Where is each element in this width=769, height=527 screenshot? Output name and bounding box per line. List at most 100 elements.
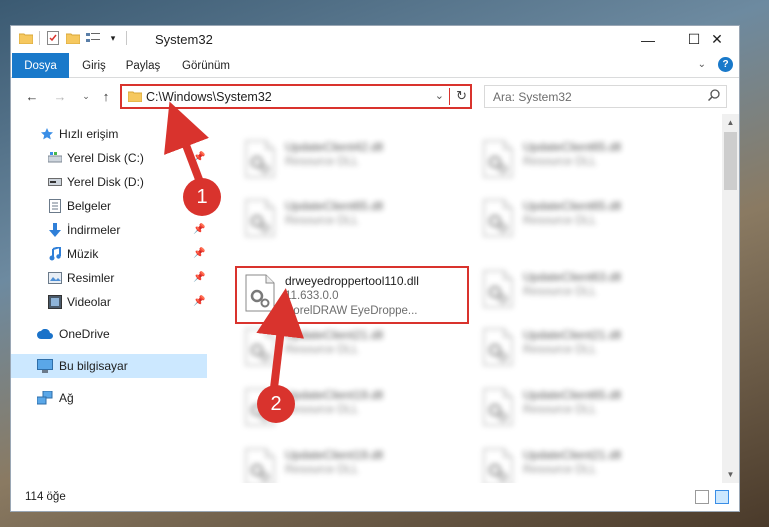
sidebar-item-onedrive[interactable]: OneDrive (11, 322, 207, 346)
toolbar-divider (126, 31, 127, 45)
sidebar-item-local-disk-c[interactable]: Yerel Disk (C:) 📌 (11, 146, 207, 170)
network-icon (37, 390, 53, 406)
file-name: UpdateClient21.dll (285, 328, 384, 342)
view-toggle (695, 490, 729, 504)
search-box[interactable]: Ara: System32 (484, 85, 727, 108)
sidebar-item-label: Yerel Disk (C:) (67, 151, 144, 165)
sidebar-item-downloads[interactable]: İndirmeler 📌 (11, 218, 207, 242)
recent-locations-icon[interactable]: ⌄ (77, 87, 95, 105)
pin-icon[interactable]: 📌 (193, 296, 205, 307)
sidebar-item-quick-access[interactable]: Hızlı erişim (11, 122, 207, 146)
file-name: UpdateClient21.dll (523, 328, 622, 342)
file-name: UpdateClient65.dll (285, 199, 384, 213)
file-item[interactable]: UpdateClient21.dll Resource DLL (237, 322, 457, 374)
back-arrow-icon[interactable]: ← (23, 87, 41, 105)
file-item[interactable]: UpdateClient65.dll Resource DLL (475, 193, 695, 245)
vertical-scrollbar[interactable]: ▲ ▼ (722, 114, 739, 483)
tab-file[interactable]: Dosya (12, 53, 69, 78)
scroll-up-icon[interactable]: ▲ (722, 114, 739, 131)
tab-share[interactable]: Paylaş (117, 53, 169, 78)
file-item[interactable]: UpdateClient65.dll Resource DLL (475, 134, 695, 186)
drive-icon (47, 174, 63, 190)
cloud-icon (37, 326, 53, 342)
file-description: Resource DLL (523, 286, 597, 298)
address-path[interactable]: C:\Windows\System32 (146, 90, 272, 104)
file-name: UpdateClient42.dll (285, 140, 384, 154)
expand-ribbon-icon[interactable]: ⌄ (698, 59, 706, 70)
sidebar-item-label: Hızlı erişim (59, 127, 119, 141)
new-folder-icon[interactable] (66, 31, 80, 45)
address-dropdown-icon[interactable]: ⌄ (435, 89, 444, 102)
quick-access-toolbar: ▾ (19, 31, 127, 45)
file-description: Resource DLL (523, 404, 597, 416)
file-description: Resource DLL (523, 156, 597, 168)
refresh-icon[interactable]: ↻ (456, 88, 467, 104)
dll-file-icon (245, 328, 275, 366)
dll-file-icon (483, 388, 513, 426)
file-item[interactable]: UpdateClient63.dll Resource DLL (475, 264, 695, 316)
folder-icon (19, 31, 33, 45)
scrollbar-thumb[interactable] (724, 132, 737, 190)
sidebar-item-music[interactable]: Müzik 📌 (11, 242, 207, 266)
tiles-view-icon[interactable] (715, 490, 729, 504)
customize-toolbar-icon[interactable]: ▾ (106, 31, 120, 45)
file-item[interactable]: UpdateClient42.dll Resource DLL (237, 134, 457, 186)
file-item[interactable]: UpdateClient65.dll Resource DLL (475, 382, 695, 434)
sidebar-item-network[interactable]: Ağ (11, 386, 207, 410)
ribbon-tabs: Dosya Giriş Paylaş Görünüm ⌄ ? (11, 53, 739, 78)
tab-home[interactable]: Giriş (73, 53, 115, 78)
file-list: UpdateClient42.dll Resource DLL UpdateClie… (221, 114, 721, 483)
downloads-icon (47, 222, 63, 238)
file-item[interactable]: UpdateClient19.dll Resource DLL (237, 442, 457, 483)
sidebar-item-local-disk-d[interactable]: Yerel Disk (D:) (11, 170, 207, 194)
search-icon[interactable] (707, 89, 720, 104)
sidebar-item-documents[interactable]: Belgeler 📌 (11, 194, 207, 218)
pin-icon[interactable]: 📌 (193, 248, 205, 259)
sidebar-item-pictures[interactable]: Resimler 📌 (11, 266, 207, 290)
status-bar: 114 öğe (11, 483, 739, 511)
sidebar-item-videos[interactable]: Videolar 📌 (11, 290, 207, 314)
annotation-step-2: 2 (257, 385, 295, 423)
scroll-down-icon[interactable]: ▼ (722, 466, 739, 483)
tab-view[interactable]: Görünüm (171, 53, 241, 78)
file-description: Resource DLL (285, 215, 359, 227)
pin-icon[interactable]: 📌 (193, 224, 205, 235)
minimize-button[interactable]: — (625, 26, 671, 53)
pin-icon[interactable]: 📌 (193, 152, 205, 163)
dll-file-icon (245, 140, 275, 178)
documents-icon (47, 198, 63, 214)
file-name: UpdateClient19.dll (285, 448, 384, 462)
properties-icon[interactable] (46, 31, 60, 45)
address-divider (449, 88, 450, 105)
help-icon[interactable]: ? (718, 57, 733, 72)
drive-icon (47, 150, 63, 166)
sidebar-item-label: Müzik (67, 247, 99, 261)
details-view-icon[interactable] (695, 490, 709, 504)
window-title: System32 (155, 32, 213, 47)
pin-icon[interactable]: 📌 (193, 272, 205, 283)
forward-arrow-icon[interactable]: → (51, 87, 69, 105)
toolbar-divider (39, 31, 40, 45)
sidebar-item-label: Ağ (59, 391, 74, 405)
close-button[interactable]: ✕ (694, 26, 740, 53)
file-description: Resource DLL (523, 215, 597, 227)
file-description: Resource DLL (285, 156, 359, 168)
file-name: UpdateClient19.dll (285, 388, 384, 402)
search-placeholder: Ara: System32 (493, 90, 572, 104)
ribbon-right-controls: ⌄ ? (698, 57, 733, 72)
address-bar[interactable]: C:\Windows\System32 ⌄ ↻ (120, 84, 472, 109)
file-item[interactable]: UpdateClient21.dll Resource DLL (475, 442, 695, 483)
annotation-step-1: 1 (183, 178, 221, 216)
dll-file-icon (483, 328, 513, 366)
file-item[interactable]: UpdateClient21.dll Resource DLL (475, 322, 695, 374)
file-item[interactable]: UpdateClient65.dll Resource DLL (237, 193, 457, 245)
dll-file-icon (483, 199, 513, 237)
sidebar-item-this-pc[interactable]: Bu bilgisayar (11, 354, 207, 378)
dll-file-icon (483, 448, 513, 483)
sidebar-item-label: Bu bilgisayar (59, 359, 128, 373)
up-arrow-icon[interactable]: ↑ (97, 87, 115, 105)
navigation-bar: ← → ⌄ ↑ C:\Windows\System32 ⌄ ↻ Ara: Sys… (11, 78, 739, 114)
view-options-icon[interactable] (86, 31, 100, 45)
highlight-box (235, 266, 469, 324)
file-name: UpdateClient65.dll (523, 199, 622, 213)
